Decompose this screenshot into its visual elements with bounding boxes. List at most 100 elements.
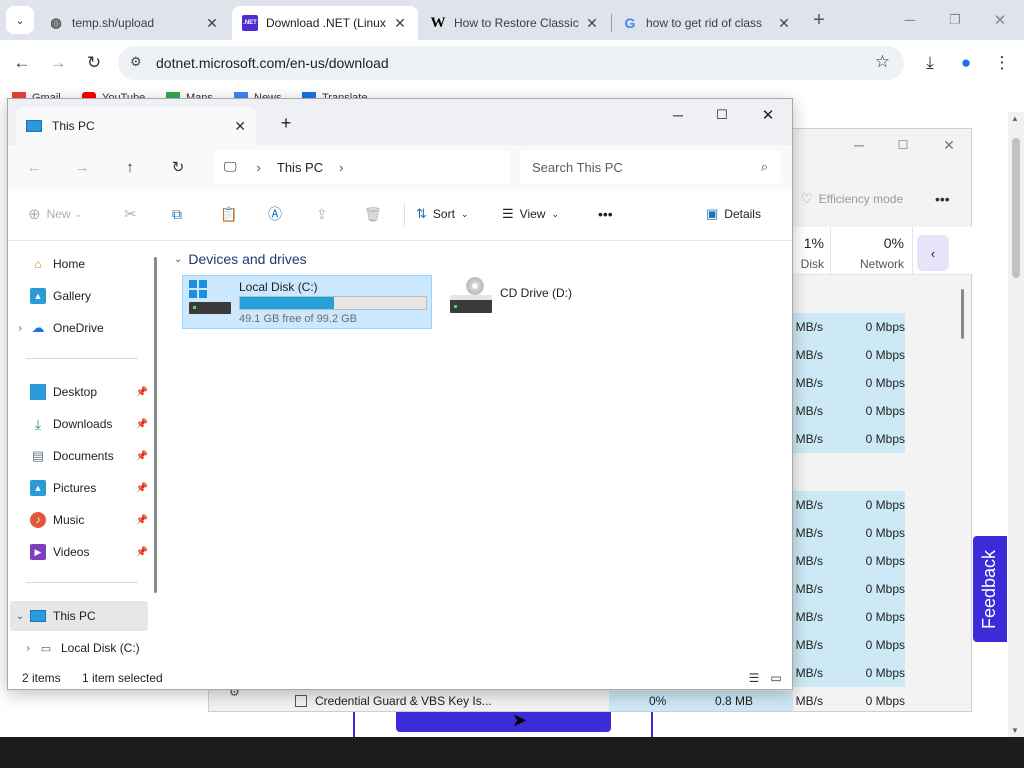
nav-item-documents[interactable]: ▤ Documents 📌 (10, 441, 148, 471)
breadcrumb[interactable]: This PC (277, 160, 323, 175)
cut-icon[interactable]: ✂ (124, 203, 137, 225)
forward-icon[interactable]: → (44, 49, 72, 77)
close-tab-icon[interactable]: ✕ (392, 15, 408, 32)
tm-maximize-icon[interactable]: ☐ (881, 131, 925, 159)
search-input[interactable]: Search This PC ⌕ (520, 150, 780, 184)
navigation-pane: ⌂ Home ▲ Gallery › ☁ OneDrive Desktop 📌 … (8, 241, 164, 667)
copy-icon[interactable]: ⧉ (172, 203, 182, 225)
close-window-icon[interactable]: ✕ (978, 6, 1022, 34)
new-button[interactable]: ⊕ New ⌄ (28, 203, 82, 225)
paste-icon[interactable]: 📋 (220, 203, 237, 225)
tm-cell-network: 0 Mbps (865, 432, 905, 446)
pin-icon[interactable]: 📌 (136, 451, 148, 462)
restore-icon[interactable]: ❐ (933, 6, 977, 34)
nav-item-downloads[interactable]: ⤓ Downloads 📌 (10, 409, 148, 439)
maximize-icon[interactable]: ☐ (700, 101, 744, 129)
details-pane-button[interactable]: ▣ Details (706, 203, 761, 225)
bookmark-star-icon[interactable]: ☆ (875, 52, 890, 72)
chevron-right-icon[interactable]: › (10, 323, 30, 334)
tm-process-row-credential-guard[interactable]: Credential Guard & VBS Key Is... (295, 691, 655, 711)
nav-item-onedrive[interactable]: › ☁ OneDrive (10, 313, 148, 343)
view-button[interactable]: ☰ View ⌄ (502, 203, 559, 225)
tm-more-button[interactable]: ••• (935, 191, 950, 207)
tm-cell-network: 0 Mbps (865, 666, 905, 680)
nav-item-desktop[interactable]: Desktop 📌 (10, 377, 148, 407)
tm-cell-disk: MB/s (795, 432, 823, 446)
reload-icon[interactable]: ↻ (80, 49, 108, 77)
sort-button[interactable]: ⇅ Sort ⌄ (416, 203, 468, 225)
explorer-tab-this-pc[interactable]: This PC ✕ (16, 107, 256, 145)
nav-item-local-disk[interactable]: › ▭ Local Disk (C:) (18, 633, 156, 663)
drive-item-cd-drive[interactable]: CD Drive (D:) (436, 275, 686, 329)
hard-drive-icon (189, 302, 231, 314)
rename-icon[interactable]: Ⓐ (268, 203, 282, 225)
tm-minimize-icon[interactable]: ─ (837, 131, 881, 159)
browser-tab-4[interactable]: G how to get rid of class ✕ (612, 6, 802, 40)
minimize-icon[interactable]: ─ (656, 101, 700, 129)
pin-icon[interactable]: 📌 (136, 515, 148, 526)
pin-icon[interactable]: 📌 (136, 483, 148, 494)
column-disk[interactable]: 1% Disk (793, 227, 831, 275)
new-tab-button[interactable]: + (797, 6, 841, 34)
browser-tab-1[interactable]: ◍ temp.sh/upload ✕ (38, 6, 230, 40)
nav-item-music[interactable]: ♪ Music 📌 (10, 505, 148, 535)
address-bar[interactable]: ⚙ dotnet.microsoft.com/en-us/download ☆ (118, 46, 904, 80)
drive-icon: ▭ (40, 642, 52, 655)
tab-search-button[interactable]: ⌄ (6, 6, 34, 34)
group-header-devices[interactable]: ⌄ Devices and drives (174, 251, 307, 267)
scroll-up-icon[interactable]: ▲ (1011, 114, 1019, 123)
chevron-right-icon[interactable]: › (18, 643, 38, 654)
tm-close-icon[interactable]: ✕ (927, 131, 971, 159)
close-tab-icon[interactable]: ✕ (234, 118, 246, 135)
tiles-view-icon[interactable]: ▭ (768, 670, 784, 686)
chevron-down-icon: ⌄ (174, 253, 183, 265)
pin-icon[interactable]: 📌 (136, 547, 148, 558)
drive-item-local-disk[interactable]: Local Disk (C:) 49.1 GB free of 99.2 GB (182, 275, 432, 329)
new-tab-button[interactable]: + (264, 109, 308, 137)
chevron-down-icon: ⌄ (551, 208, 559, 219)
pin-icon[interactable]: 📌 (136, 387, 148, 398)
close-tab-icon[interactable]: ✕ (584, 15, 600, 32)
pin-icon[interactable]: 📌 (136, 419, 148, 430)
share-icon[interactable]: ⇪ (316, 203, 328, 225)
explorer-address-bar[interactable]: 🖵 › This PC › (214, 150, 510, 184)
close-tab-icon[interactable]: ✕ (776, 15, 792, 32)
forward-icon[interactable]: → (68, 153, 96, 181)
back-icon[interactable]: ← (20, 153, 48, 181)
page-scrollbar-thumb[interactable] (1012, 138, 1020, 278)
page-scrollbar[interactable]: ▲ ▼ (1008, 112, 1024, 737)
site-info-icon[interactable]: ⚙ (130, 54, 142, 70)
nav-item-this-pc[interactable]: ⌄ This PC (10, 601, 148, 631)
chevron-down-icon[interactable]: ⌄ (10, 611, 30, 622)
efficiency-mode-button[interactable]: ♡ Efficiency mode (801, 191, 903, 207)
nav-item-gallery[interactable]: ▲ Gallery (10, 281, 148, 311)
feedback-button[interactable]: Feedback (973, 536, 1007, 642)
collapse-chevron-icon[interactable]: ‹ (917, 235, 949, 271)
documents-icon: ▤ (31, 448, 45, 463)
up-icon[interactable]: ↑ (116, 153, 144, 181)
close-window-icon[interactable]: ✕ (746, 101, 790, 129)
breadcrumb-chevron-icon[interactable]: › (339, 160, 343, 175)
tm-cell-disk: MB/s (795, 404, 823, 418)
tm-scrollbar[interactable] (961, 289, 964, 339)
chrome-menu-icon[interactable]: ⋮ (988, 49, 1016, 77)
close-tab-icon[interactable]: ✕ (204, 15, 220, 32)
see-more-button[interactable]: ••• (598, 203, 613, 225)
details-view-icon[interactable]: ☰ (746, 670, 762, 686)
nav-item-home[interactable]: ⌂ Home (10, 249, 148, 279)
disk-usage-bar (239, 296, 427, 310)
profile-icon[interactable]: ● (952, 49, 980, 77)
back-icon[interactable]: ← (8, 49, 36, 77)
delete-icon[interactable]: 🗑 (364, 203, 382, 225)
refresh-icon[interactable]: ↻ (164, 153, 192, 181)
browser-tab-2[interactable]: .NET Download .NET (Linux ✕ (232, 6, 418, 40)
nav-pane-scrollbar[interactable] (154, 257, 157, 593)
nav-item-pictures[interactable]: ▲ Pictures 📌 (10, 473, 148, 503)
browser-tab-3[interactable]: W How to Restore Classic ✕ (420, 6, 610, 40)
nav-item-videos[interactable]: ▶ Videos 📌 (10, 537, 148, 567)
sort-icon: ⇅ (416, 206, 427, 221)
downloads-icon[interactable]: ⤓ (916, 49, 944, 77)
minimize-icon[interactable]: ─ (888, 6, 932, 34)
column-network[interactable]: 0% Network (831, 227, 913, 275)
scroll-down-icon[interactable]: ▼ (1011, 726, 1019, 735)
